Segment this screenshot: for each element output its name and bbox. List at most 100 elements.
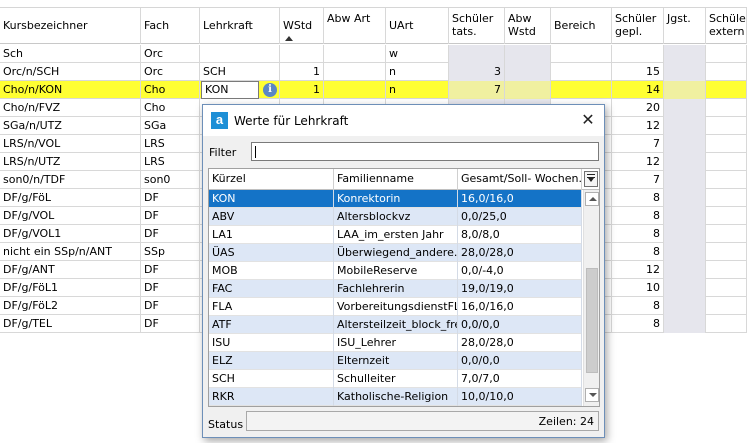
close-icon[interactable]: ✕ — [579, 111, 597, 129]
list-header-gesamt-soll[interactable]: Gesamt/Soll- Wochen... — [458, 169, 582, 190]
cell-fach[interactable]: DF — [141, 207, 200, 225]
cell-wstd[interactable]: 1 — [280, 81, 324, 99]
vertical-scrollbar[interactable] — [583, 190, 599, 406]
cell-kursbezeichner[interactable]: DF/g/ANT — [0, 261, 141, 279]
list-item[interactable]: LA1 LAA_im_ersten Jahr 8,0/8,0 — [209, 226, 582, 244]
cell-kursbezeichner[interactable]: Sch — [0, 45, 141, 63]
cell-lehrkraft[interactable] — [200, 45, 280, 63]
column-header-schueler-gepl[interactable]: Schüler gepl. — [612, 8, 664, 44]
cell-jgst[interactable] — [664, 315, 706, 333]
table-row[interactable]: Orc/n/SCH Orc SCH 1 n 3 15 — [0, 63, 747, 81]
cell-fach[interactable]: DF — [141, 315, 200, 333]
cell-schueler-gepl[interactable]: 15 — [612, 63, 664, 81]
list-item[interactable]: ATF Altersteilzeit_block_frei 0,0/0,0 — [209, 316, 582, 334]
cell-fach[interactable]: Orc — [141, 45, 200, 63]
cell-schueler-extern[interactable] — [706, 135, 747, 153]
cell-schueler-extern[interactable] — [706, 45, 747, 63]
cell-jgst[interactable] — [664, 171, 706, 189]
cell-abw-art[interactable] — [324, 45, 386, 63]
cell-jgst[interactable] — [664, 189, 706, 207]
list-item[interactable]: FAC Fachlehrerin 19,0/19,0 — [209, 280, 582, 298]
list-item[interactable]: ELZ Elternzeit 0,0/0,0 — [209, 352, 582, 370]
cell-abw-art[interactable] — [324, 81, 386, 99]
cell-jgst[interactable] — [664, 243, 706, 261]
cell-kursbezeichner[interactable]: DF/g/TEL — [0, 315, 141, 333]
info-icon[interactable]: i — [263, 83, 277, 97]
cell-kursbezeichner[interactable]: Orc/n/SCH — [0, 63, 141, 81]
list-item[interactable]: ABV Altersblockvz 0,0/25,0 — [209, 208, 582, 226]
cell-fach[interactable]: LRS — [141, 135, 200, 153]
cell-jgst[interactable] — [664, 297, 706, 315]
cell-fach[interactable]: Cho — [141, 81, 200, 99]
column-header-lehrkraft[interactable]: Lehrkraft — [200, 8, 280, 44]
cell-schueler-gepl[interactable]: 7 — [612, 135, 664, 153]
column-header-abw-wstd[interactable]: Abw Wstd — [505, 8, 551, 44]
cell-bereich[interactable] — [551, 45, 612, 63]
cell-abw-wstd[interactable] — [505, 63, 551, 81]
column-chooser-icon[interactable] — [584, 171, 598, 187]
cell-schueler-extern[interactable] — [706, 279, 747, 297]
cell-schueler-gepl[interactable]: 8 — [612, 315, 664, 333]
cell-kursbezeichner[interactable]: Cho/n/KON — [0, 81, 141, 99]
cell-schueler-gepl[interactable]: 12 — [612, 153, 664, 171]
cell-lehrkraft[interactable]: SCH — [200, 63, 280, 81]
cell-kursbezeichner[interactable]: DF/g/VOL1 — [0, 225, 141, 243]
cell-fach[interactable]: LRS — [141, 153, 200, 171]
cell-schueler-gepl[interactable]: 8 — [612, 207, 664, 225]
cell-fach[interactable]: son0 — [141, 171, 200, 189]
list-item[interactable]: MOB MobileReserve 0,0/-4,0 — [209, 262, 582, 280]
table-row[interactable]: Cho/n/KON Cho 1 n 7 14 KON i — [0, 81, 747, 99]
cell-jgst[interactable] — [664, 117, 706, 135]
cell-schueler-extern[interactable] — [706, 171, 747, 189]
column-header-fach[interactable]: Fach — [141, 8, 200, 44]
column-header-kursbezeichner[interactable]: Kursbezeichner — [0, 8, 141, 44]
cell-jgst[interactable] — [664, 81, 706, 99]
cell-schueler-tats[interactable]: 7 — [449, 81, 505, 99]
list-header-familienname[interactable]: Familienname — [334, 169, 458, 190]
cell-schueler-gepl[interactable]: 20 — [612, 99, 664, 117]
cell-schueler-gepl[interactable]: 12 — [612, 117, 664, 135]
column-header-abw-art[interactable]: Abw Art — [324, 8, 386, 44]
column-header-schueler-extern[interactable]: Schüler extern — [706, 8, 747, 44]
cell-bereich[interactable] — [551, 63, 612, 81]
list-item[interactable]: SCH Schulleiter 7,0/7,0 — [209, 370, 582, 388]
cell-uart[interactable]: n — [386, 81, 449, 99]
cell-schueler-extern[interactable] — [706, 99, 747, 117]
cell-jgst[interactable] — [664, 153, 706, 171]
cell-schueler-extern[interactable] — [706, 81, 747, 99]
table-row[interactable]: Sch Orc w — [0, 45, 747, 63]
cell-kursbezeichner[interactable]: nicht ein SSp/n/ANT — [0, 243, 141, 261]
cell-jgst[interactable] — [664, 207, 706, 225]
list-header-kuerzel[interactable]: Kürzel — [209, 169, 334, 190]
cell-abw-wstd[interactable] — [505, 45, 551, 63]
cell-abw-wstd[interactable] — [505, 81, 551, 99]
cell-fach[interactable]: DF — [141, 297, 200, 315]
cell-schueler-extern[interactable] — [706, 243, 747, 261]
cell-schueler-extern[interactable] — [706, 225, 747, 243]
cell-fach[interactable]: Orc — [141, 63, 200, 81]
cell-kursbezeichner[interactable]: DF/g/FöL — [0, 189, 141, 207]
cell-kursbezeichner[interactable]: Cho/n/FVZ — [0, 99, 141, 117]
cell-fach[interactable]: DF — [141, 189, 200, 207]
cell-schueler-gepl[interactable]: 7 — [612, 171, 664, 189]
cell-jgst[interactable] — [664, 45, 706, 63]
cell-abw-art[interactable] — [324, 63, 386, 81]
column-header-wstd[interactable]: WStd — [280, 8, 324, 44]
cell-kursbezeichner[interactable]: DF/g/VOL — [0, 207, 141, 225]
cell-jgst[interactable] — [664, 135, 706, 153]
cell-fach[interactable]: Cho — [141, 99, 200, 117]
lehrkraft-edit-field[interactable]: KON — [201, 81, 259, 99]
cell-jgst[interactable] — [664, 225, 706, 243]
cell-uart[interactable]: w — [386, 45, 449, 63]
cell-kursbezeichner[interactable]: DF/g/FöL1 — [0, 279, 141, 297]
cell-jgst[interactable] — [664, 63, 706, 81]
cell-uart[interactable]: n — [386, 63, 449, 81]
cell-schueler-extern[interactable] — [706, 315, 747, 333]
scroll-up-icon[interactable] — [585, 192, 599, 206]
cell-jgst[interactable] — [664, 99, 706, 117]
scroll-thumb[interactable] — [586, 268, 598, 373]
filter-input[interactable] — [251, 142, 599, 161]
cell-kursbezeichner[interactable]: LRS/n/UTZ — [0, 153, 141, 171]
cell-kursbezeichner[interactable]: son0/n/TDF — [0, 171, 141, 189]
list-item[interactable]: KON Konrektorin 16,0/16,0 — [209, 190, 582, 208]
